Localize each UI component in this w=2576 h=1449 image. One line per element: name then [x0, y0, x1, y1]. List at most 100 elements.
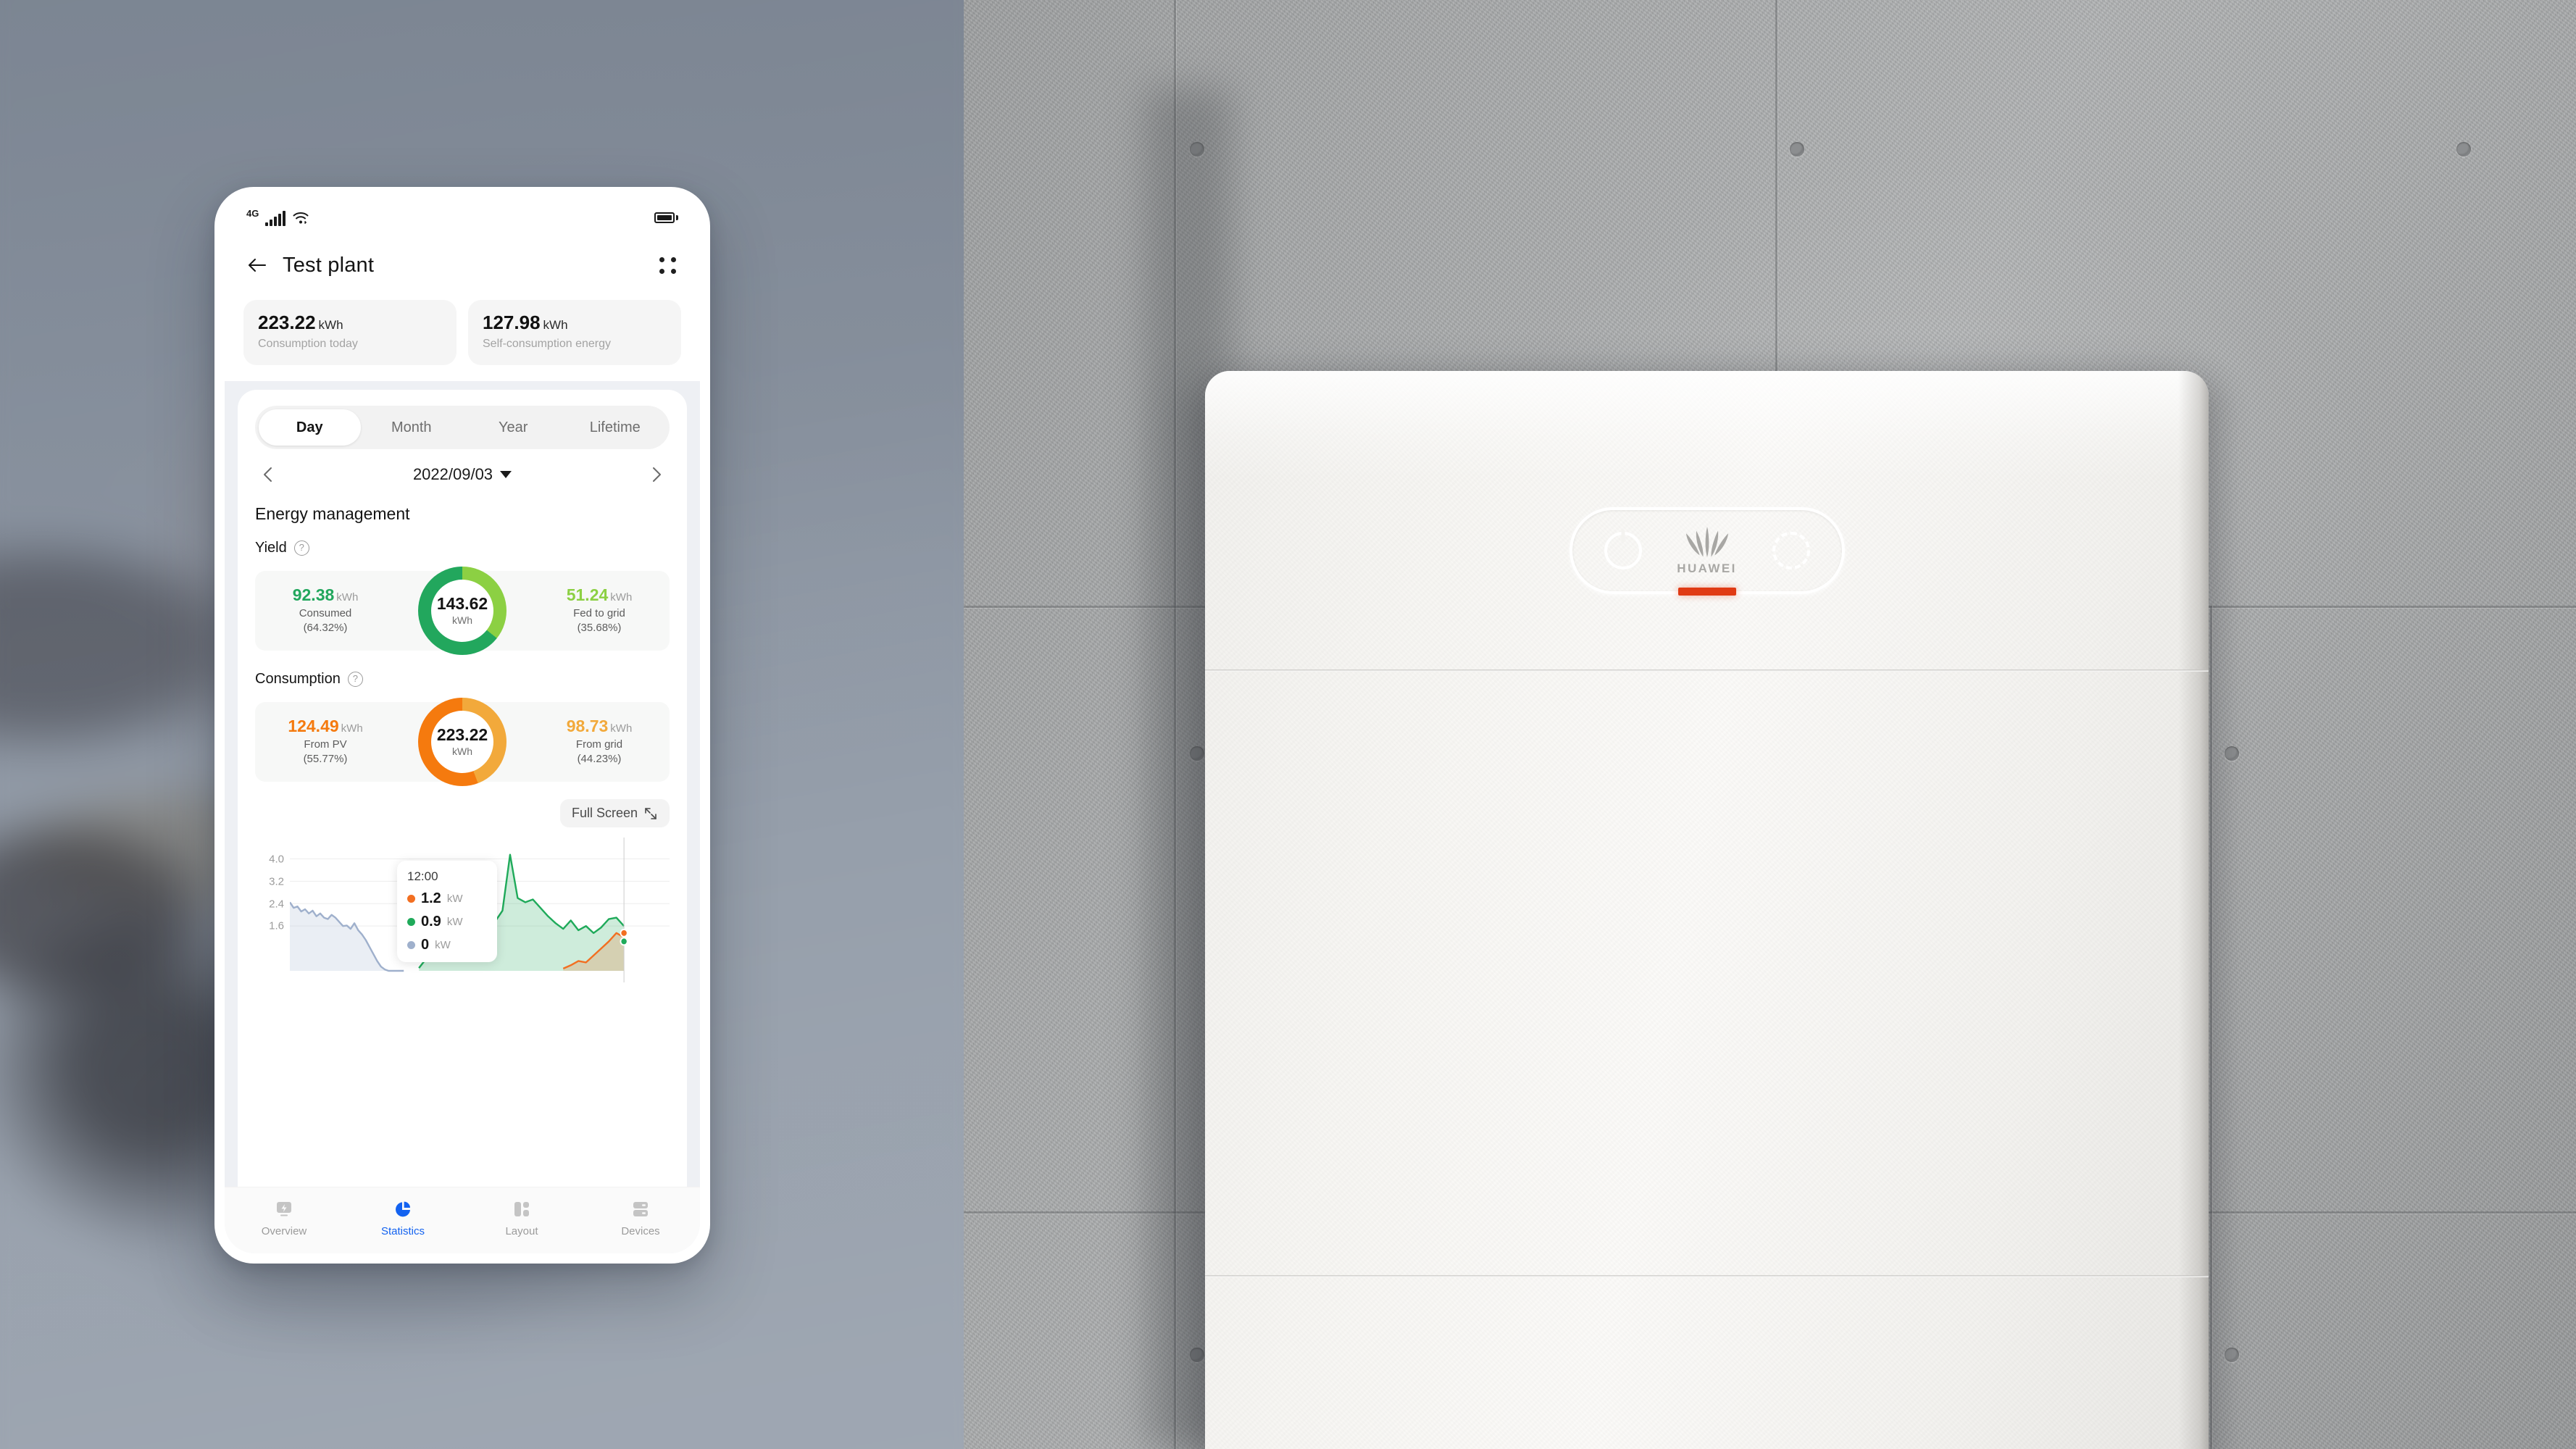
tooltip-dot — [407, 941, 415, 950]
tooltip-value: 1.2 — [421, 890, 441, 907]
power-ring-icon — [1604, 532, 1642, 569]
wall-tie-hole — [2456, 142, 2471, 156]
tooltip-unit: kW — [446, 916, 463, 929]
yield-donut-chart: 143.62 kWh — [418, 567, 507, 656]
wall-tie-hole — [1790, 142, 1804, 156]
tooltip-unit: kW — [435, 939, 451, 952]
phone-screen: 4G Test plant 223.22 kWh Consumption tod… — [225, 197, 700, 1253]
chart-tooltip: 12:00 1.2 kW 0.9 kW 0 kW — [397, 861, 497, 963]
yield-consumed-label: Consumed — [299, 607, 352, 620]
date-dropdown[interactable]: 2022/09/03 — [413, 465, 512, 484]
tab-year[interactable]: Year — [462, 409, 564, 446]
yield-fed-value: 51.24 — [566, 585, 609, 604]
content-area: Day Month Year Lifetime 2022/09/03 Energ… — [225, 381, 700, 1253]
device-top-highlight — [1205, 371, 2209, 480]
nav-item-statistics[interactable]: Statistics — [343, 1198, 462, 1237]
wifi-icon — [293, 212, 309, 225]
consumption-grid-percent: (44.23%) — [577, 753, 622, 766]
chevron-left-icon[interactable] — [259, 465, 278, 484]
consumption-grid-value: 98.73 — [566, 716, 609, 735]
chart-cursor-marker — [620, 929, 628, 938]
chart-y-tick-label: 1.6 — [269, 919, 284, 932]
pie-chart-icon — [396, 1201, 410, 1216]
date-navigator: 2022/09/03 — [255, 449, 670, 488]
tooltip-value: 0.9 — [421, 914, 441, 930]
layout-grid-icon — [514, 1201, 529, 1216]
tooltip-dot — [407, 918, 415, 927]
yield-header: Yield ? — [255, 540, 670, 556]
consumption-grid-unit: kWh — [610, 722, 633, 735]
kpi-unit: kWh — [318, 318, 343, 332]
nav-label: Overview — [261, 1224, 307, 1237]
nav-label: Devices — [621, 1224, 660, 1237]
chart-y-axis: 1.6 2.4 3.2 4.0 — [255, 838, 287, 961]
yield-consumed-value: 92.38 — [292, 585, 335, 604]
nav-label: Layout — [505, 1224, 538, 1237]
consumption-header: Consumption ? — [255, 671, 670, 688]
bottom-navigation: Overview Statistics Layout Devices — [225, 1187, 700, 1253]
nav-label: Statistics — [380, 1224, 425, 1237]
yield-fed-unit: kWh — [610, 590, 633, 604]
wall-tie-hole — [2225, 746, 2239, 761]
yield-fed-percent: (35.68%) — [577, 622, 622, 635]
tooltip-row: 0.9 kW — [407, 914, 487, 930]
energy-panel-icon — [277, 1201, 291, 1216]
signal-bars-icon — [265, 211, 286, 226]
period-tabs: Day Month Year Lifetime — [255, 406, 670, 450]
kpi-cards: 223.22 kWh Consumption today 127.98 kWh Se… — [225, 293, 700, 381]
kpi-self-consumption-energy: 127.98 kWh Self-consumption energy — [468, 300, 681, 366]
consumption-from-pv: 124.49 kWh From PV (55.77%) — [271, 717, 380, 767]
wall-seam-vertical — [2210, 606, 2212, 1449]
yield-fed-to-grid: 51.24 kWh Fed to grid (35.68%) — [545, 585, 654, 636]
tooltip-dot — [407, 895, 415, 903]
kpi-label: Self-consumption energy — [483, 338, 611, 351]
nav-item-devices[interactable]: Devices — [581, 1198, 700, 1237]
grid-menu-icon[interactable] — [656, 254, 678, 276]
consumption-from-grid: 98.73 kWh From grid (44.23%) — [545, 717, 654, 767]
device-logo-badge: HUAWEI — [1569, 507, 1845, 596]
phone-mockup: 4G Test plant 223.22 kWh Consumption tod… — [214, 187, 710, 1264]
kpi-value: 223.22 — [258, 312, 316, 333]
yield-consumed: 92.38 kWh Consumed (64.32%) — [271, 585, 380, 636]
chart-y-tick-label: 2.4 — [269, 898, 284, 911]
nav-item-layout[interactable]: Layout — [462, 1198, 581, 1237]
full-screen-label: Full Screen — [571, 806, 638, 821]
tab-month[interactable]: Month — [361, 409, 463, 446]
consumption-pv-label: From PV — [304, 738, 347, 751]
consumption-donut-chart: 223.22 kWh — [418, 698, 507, 787]
kpi-unit: kWh — [543, 318, 568, 332]
tooltip-row: 1.2 kW — [407, 890, 487, 907]
server-stack-icon — [633, 1201, 648, 1216]
chevron-right-icon[interactable] — [646, 465, 665, 484]
fullscreen-row: Full Screen — [255, 799, 670, 828]
yield-consumed-unit: kWh — [336, 590, 359, 604]
status-bar-left: 4G — [246, 209, 309, 226]
consumption-pv-value: 124.49 — [288, 716, 339, 735]
yield-consumed-percent: (64.32%) — [303, 622, 348, 635]
battery-full-icon — [654, 212, 678, 223]
help-circle-icon[interactable]: ? — [293, 540, 309, 556]
nav-item-overview[interactable]: Overview — [225, 1198, 343, 1237]
selected-date: 2022/09/03 — [412, 465, 493, 484]
dashed-ring-icon — [1772, 532, 1810, 569]
tab-day[interactable]: Day — [259, 409, 361, 446]
tab-lifetime[interactable]: Lifetime — [564, 409, 667, 446]
tooltip-unit: kW — [446, 893, 463, 906]
full-screen-button[interactable]: Full Screen — [559, 799, 670, 828]
section-title: Energy management — [255, 504, 410, 524]
kpi-label: Consumption today — [258, 338, 358, 351]
tooltip-value: 0 — [421, 937, 430, 953]
help-circle-icon[interactable]: ? — [347, 672, 363, 688]
yield-fed-label: Fed to grid — [573, 607, 625, 620]
chart-y-tick-label: 4.0 — [269, 853, 284, 866]
tooltip-time: 12:00 — [407, 869, 438, 884]
back-arrow-icon[interactable] — [246, 254, 268, 276]
tooltip-row: 0 kW — [407, 937, 487, 953]
consumption-pv-percent: (55.77%) — [303, 753, 348, 766]
status-led — [1677, 588, 1736, 596]
huawei-battery-unit: HUAWEI — [1205, 371, 2209, 1449]
status-bar: 4G — [225, 197, 700, 238]
consumption-donut-row: 124.49 kWh From PV (55.77%) 98.73 kWh From … — [255, 698, 670, 787]
device-panel-seam — [1205, 1275, 2209, 1277]
consumption-pv-unit: kWh — [341, 722, 363, 735]
